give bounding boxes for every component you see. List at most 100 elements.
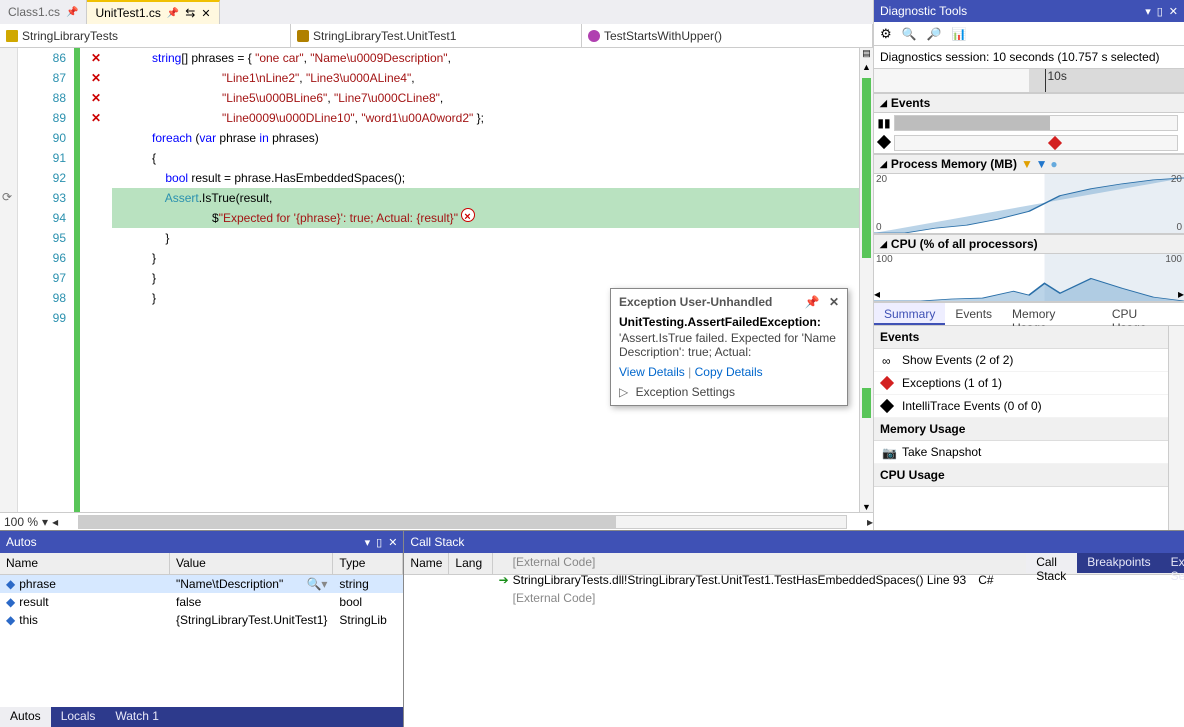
column-name[interactable]: Name — [404, 553, 449, 574]
callstack-tabstrip: Call Stack Breakpoints Exception Setting… — [1026, 553, 1184, 573]
column-value[interactable]: Value — [170, 553, 333, 574]
autos-grid[interactable]: ◆phrase"Name\tDescription" 🔍▾string◆resu… — [0, 575, 403, 707]
code-editor[interactable]: ⟳ 8687888990919293949596979899 ✕✕✕✕ stri… — [0, 48, 873, 512]
tab-label: UnitTest1.cs — [95, 6, 160, 20]
show-events-link[interactable]: ∞ Show Events (2 of 2) — [874, 349, 1184, 372]
intellitrace-link[interactable]: IntelliTrace Events (0 of 0) — [874, 395, 1184, 418]
reset-view-icon[interactable]: 📊 — [952, 27, 967, 41]
nav-project-dropdown[interactable]: StringLibraryTests — [0, 24, 291, 47]
nav-class-dropdown[interactable]: StringLibraryTest.UnitTest1 — [291, 24, 582, 47]
camera-icon: 📷 — [882, 446, 897, 460]
class-icon — [297, 30, 309, 42]
document-tabs: Class1.cs 📌 UnitTest1.cs 📌 ⇆ ✕ — [0, 0, 873, 24]
breakpoint-margin[interactable]: ✕✕✕✕ — [80, 48, 112, 512]
chevron-right-icon: ▷ — [619, 385, 628, 399]
code-lines[interactable]: string[] phrases = { "one car", "Name\u0… — [112, 48, 859, 512]
tab-summary[interactable]: Summary — [874, 303, 945, 325]
chevron-down-icon[interactable]: ▾ — [42, 515, 48, 529]
pin-icon[interactable]: 📌 — [66, 7, 78, 18]
exception-type: UnitTesting.AssertFailedException: — [619, 315, 839, 329]
magnifier-icon[interactable]: 🔍▾ — [306, 577, 327, 591]
window-position-icon[interactable]: ▾ — [365, 536, 371, 549]
tab-locals[interactable]: Locals — [51, 707, 106, 727]
error-icon[interactable] — [461, 208, 475, 222]
memory-usage-group-header: Memory Usage — [874, 418, 1184, 441]
autos-row[interactable]: ◆phrase"Name\tDescription" 🔍▾string — [0, 575, 403, 593]
column-name[interactable]: Name — [0, 553, 170, 574]
exception-settings-toggle[interactable]: ▷ Exception Settings — [619, 385, 839, 399]
events-icon: ∞ — [882, 354, 891, 368]
timeline-ruler[interactable]: 10s — [874, 69, 1184, 93]
copy-details-link[interactable]: Copy Details — [695, 365, 763, 379]
tab-events[interactable]: Events — [945, 303, 1002, 325]
tab-unittest1[interactable]: UnitTest1.cs 📌 ⇆ ✕ — [87, 0, 219, 24]
exception-marker-icon[interactable] — [1048, 136, 1062, 150]
tab-watch1[interactable]: Watch 1 — [105, 707, 169, 727]
scroll-down-icon[interactable]: ▼ — [860, 502, 873, 512]
scroll-left-icon[interactable]: ◂ — [52, 515, 58, 529]
pin-icon[interactable]: 📌 — [805, 295, 820, 309]
exceptions-link[interactable]: Exceptions (1 of 1) — [874, 372, 1184, 395]
close-icon[interactable]: ✕ — [201, 7, 210, 20]
memory-section-header[interactable]: ◢ Process Memory (MB) ▼ ▼ ● — [874, 154, 1184, 174]
close-icon[interactable]: ✕ — [388, 536, 397, 549]
view-details-link[interactable]: View Details — [619, 365, 685, 379]
split-icon[interactable]: ▤ — [860, 48, 873, 59]
tab-callstack[interactable]: Call Stack — [1026, 553, 1077, 573]
scroll-right-icon[interactable]: ▸ — [867, 515, 873, 529]
horizontal-scrollbar[interactable] — [78, 515, 847, 529]
diagnostic-summary: Events ∞ Show Events (2 of 2) Exceptions… — [874, 326, 1184, 530]
collapse-icon: ◢ — [880, 98, 887, 109]
vertical-scrollbar[interactable] — [1168, 326, 1184, 530]
tab-cpu-usage[interactable]: CPU Usage — [1102, 303, 1184, 325]
nav-bar: StringLibraryTests StringLibraryTest.Uni… — [0, 24, 873, 48]
cpu-chart[interactable]: 100 100 ◂ ▸ — [874, 254, 1184, 302]
pin-icon[interactable]: ▯ — [376, 536, 382, 549]
column-lang[interactable]: Lang — [449, 553, 492, 574]
exception-popup-header: Exception User-Unhandled — [619, 295, 772, 309]
pin-icon[interactable]: ▯ — [1157, 5, 1163, 18]
events-tracks: ▮▮ — [874, 113, 1184, 154]
autos-columns: Name Value Type — [0, 553, 403, 575]
sync-icon[interactable]: ⟳ — [2, 190, 12, 204]
events-section-header[interactable]: ◢ Events — [874, 93, 1184, 113]
preview-icon: ⇆ — [185, 6, 195, 20]
scroll-right-icon[interactable]: ▸ — [1178, 287, 1184, 301]
callstack-row[interactable]: [External Code] — [493, 553, 1027, 571]
callstack-columns: Name Lang [External Code]➔StringLibraryT… — [404, 553, 1184, 575]
tab-breakpoints[interactable]: Breakpoints — [1077, 553, 1160, 573]
callstack-row[interactable]: ➔StringLibraryTests.dll!StringLibraryTes… — [493, 571, 1027, 589]
overview-ruler[interactable]: ▤ ▲ ▼ — [859, 48, 873, 512]
collapse-icon: ◢ — [880, 159, 887, 170]
tab-exception-settings[interactable]: Exception Settings — [1161, 553, 1184, 573]
close-icon[interactable]: ✕ — [829, 295, 839, 309]
tab-class1[interactable]: Class1.cs 📌 — [0, 0, 87, 24]
callstack-row[interactable]: [External Code] — [493, 589, 1027, 607]
tab-memory-usage[interactable]: Memory Usage — [1002, 303, 1102, 325]
take-snapshot-button[interactable]: 📷 Take Snapshot — [874, 441, 1184, 464]
scroll-up-icon[interactable]: ▲ — [860, 62, 873, 72]
intellitrace-diamond-icon — [882, 400, 892, 414]
cpu-section-header[interactable]: ◢ CPU (% of all processors) — [874, 234, 1184, 254]
window-position-icon[interactable]: ▾ — [1145, 5, 1151, 18]
gear-icon[interactable]: ⚙ — [880, 26, 892, 42]
callstack-grid[interactable]: [External Code]➔StringLibraryTests.dll!S… — [493, 553, 1027, 574]
break-track[interactable] — [894, 115, 1178, 131]
nav-method-dropdown[interactable]: TestStartsWithUpper() — [582, 24, 873, 47]
zoom-out-icon[interactable]: 🔎 — [927, 27, 942, 41]
editor-status-bar: 100 % ▾ ◂ ▸ — [0, 512, 873, 530]
column-type[interactable]: Type — [333, 553, 403, 574]
exception-diamond-icon — [882, 377, 892, 391]
pause-icon: ▮▮ — [874, 116, 894, 130]
zoom-level[interactable]: 100 % — [4, 515, 38, 529]
method-icon — [588, 30, 600, 42]
close-icon[interactable]: ✕ — [1169, 5, 1178, 18]
zoom-in-icon[interactable]: 🔍 — [902, 27, 917, 41]
autos-row[interactable]: ◆resultfalsebool — [0, 593, 403, 611]
memory-chart[interactable]: 20 0 20 0 — [874, 174, 1184, 234]
intellitrace-track[interactable] — [894, 135, 1178, 151]
autos-row[interactable]: ◆this{StringLibraryTest.UnitTest1}String… — [0, 611, 403, 629]
scroll-left-icon[interactable]: ◂ — [874, 287, 880, 301]
pin-icon[interactable]: 📌 — [167, 8, 179, 19]
tab-autos[interactable]: Autos — [0, 707, 51, 727]
